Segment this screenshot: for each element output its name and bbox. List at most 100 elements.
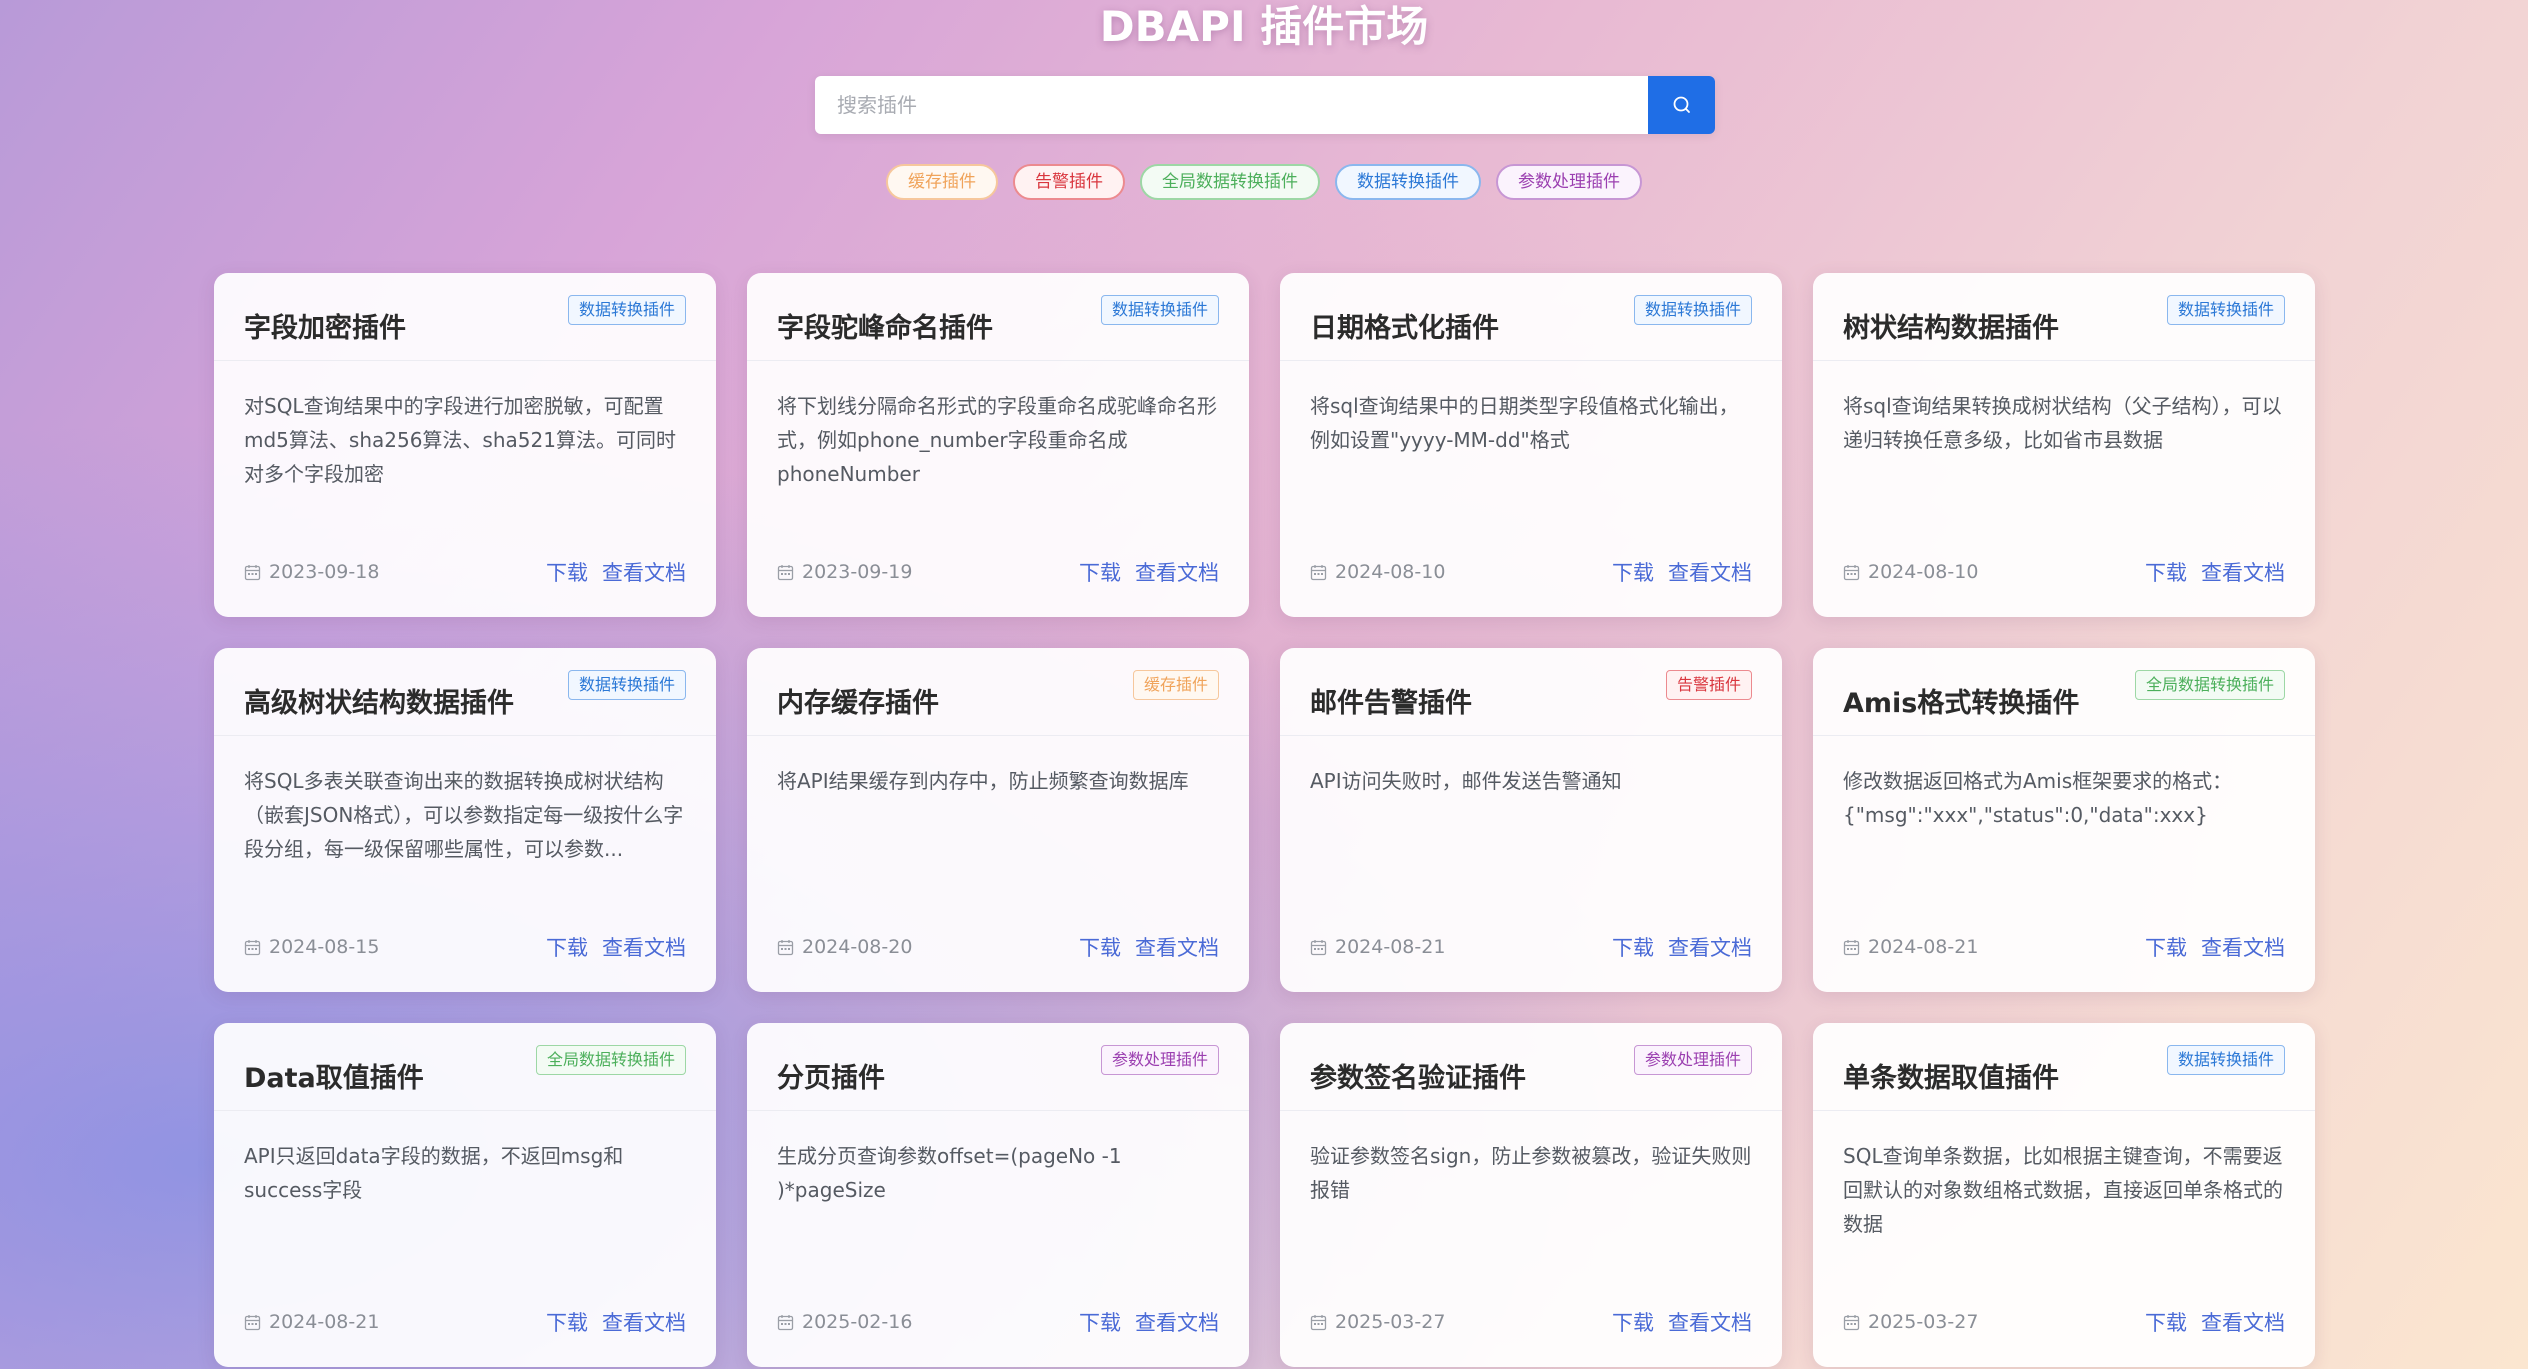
category-badge: 缓存插件	[1132, 670, 1219, 700]
download-link[interactable]: 下载	[1612, 1307, 1654, 1337]
calendar-icon	[244, 939, 261, 955]
download-link[interactable]: 下载	[1612, 932, 1654, 962]
publish-date-text: 2023-09-18	[269, 561, 380, 583]
download-link[interactable]: 下载	[1612, 557, 1654, 587]
card-header: 高级树状结构数据插件 数据转换插件	[214, 648, 716, 736]
plugin-name: 参数签名验证插件	[1310, 1063, 1526, 1094]
calendar-icon	[1843, 564, 1860, 580]
card-actions: 下载 查看文档	[2145, 557, 2285, 587]
download-link[interactable]: 下载	[1079, 1307, 1121, 1337]
filter-tag-alarm[interactable]: 告警插件	[1013, 164, 1125, 200]
category-badge: 参数处理插件	[1633, 1045, 1752, 1075]
calendar-icon	[777, 564, 794, 580]
plugin-description: 将SQL多表关联查询出来的数据转换成树状结构（嵌套JSON格式），可以参数指定每…	[244, 769, 684, 861]
publish-date: 2024-08-21	[1843, 936, 1978, 958]
publish-date-text: 2025-03-27	[1868, 1311, 1979, 1333]
view-docs-link[interactable]: 查看文档	[2201, 1307, 2285, 1337]
plugin-card[interactable]: 参数签名验证插件 参数处理插件 验证参数签名sign，防止参数被篡改，验证失败则…	[1280, 1023, 1782, 1367]
plugin-name: 字段加密插件	[244, 313, 406, 344]
publish-date: 2023-09-19	[777, 561, 912, 583]
search-input[interactable]	[815, 76, 1648, 134]
download-link[interactable]: 下载	[2145, 1307, 2187, 1337]
card-actions: 下载 查看文档	[1079, 1307, 1219, 1337]
plugin-grid: 字段加密插件 数据转换插件 对SQL查询结果中的字段进行加密脱敏，可配置md5算…	[214, 273, 2315, 1367]
plugin-name: 单条数据取值插件	[1843, 1063, 2059, 1094]
plugin-card[interactable]: 树状结构数据插件 数据转换插件 将sql查询结果转换成树状结构（父子结构），可以…	[1813, 273, 2315, 617]
publish-date-text: 2024-08-21	[1868, 936, 1979, 958]
category-badge: 全局数据转换插件	[535, 1045, 686, 1075]
download-link[interactable]: 下载	[2145, 557, 2187, 587]
calendar-icon	[777, 939, 794, 955]
plugin-name: 日期格式化插件	[1310, 313, 1499, 344]
publish-date-text: 2024-08-15	[269, 936, 380, 958]
category-badge: 全局数据转换插件	[2134, 670, 2285, 700]
plugin-card[interactable]: 邮件告警插件 告警插件 API访问失败时，邮件发送告警通知 2024-08-21…	[1280, 648, 1782, 992]
publish-date-text: 2024-08-21	[1335, 936, 1446, 958]
plugin-card[interactable]: 日期格式化插件 数据转换插件 将sql查询结果中的日期类型字段值格式化输出，例如…	[1280, 273, 1782, 617]
plugin-description: API访问失败时，邮件发送告警通知	[1310, 769, 1622, 793]
plugin-description: 对SQL查询结果中的字段进行加密脱敏，可配置md5算法、sha256算法、sha…	[244, 394, 676, 486]
plugin-description: 将API结果缓存到内存中，防止频繁查询数据库	[777, 769, 1189, 793]
download-link[interactable]: 下载	[546, 557, 588, 587]
card-header: 内存缓存插件 缓存插件	[747, 648, 1249, 736]
view-docs-link[interactable]: 查看文档	[1668, 557, 1752, 587]
download-link[interactable]: 下载	[546, 932, 588, 962]
plugin-name: Data取值插件	[244, 1063, 424, 1094]
card-actions: 下载 查看文档	[1079, 932, 1219, 962]
plugin-card[interactable]: 内存缓存插件 缓存插件 将API结果缓存到内存中，防止频繁查询数据库 2024-…	[747, 648, 1249, 992]
category-badge: 数据转换插件	[2166, 295, 2285, 325]
card-footer: 2024-08-10 下载 查看文档	[1843, 557, 2285, 587]
card-footer: 2025-02-16 下载 查看文档	[777, 1307, 1219, 1337]
publish-date-text: 2024-08-20	[802, 936, 913, 958]
plugin-card[interactable]: 单条数据取值插件 数据转换插件 SQL查询单条数据，比如根据主键查询，不需要返回…	[1813, 1023, 2315, 1367]
publish-date-text: 2024-08-10	[1868, 561, 1979, 583]
card-actions: 下载 查看文档	[1612, 557, 1752, 587]
category-badge: 告警插件	[1665, 670, 1752, 700]
view-docs-link[interactable]: 查看文档	[602, 557, 686, 587]
card-footer: 2024-08-20 下载 查看文档	[777, 932, 1219, 962]
filter-tag-cache[interactable]: 缓存插件	[886, 164, 998, 200]
filter-tag-param[interactable]: 参数处理插件	[1496, 164, 1642, 200]
search-button[interactable]	[1648, 76, 1715, 134]
download-link[interactable]: 下载	[2145, 932, 2187, 962]
view-docs-link[interactable]: 查看文档	[1668, 932, 1752, 962]
view-docs-link[interactable]: 查看文档	[1135, 557, 1219, 587]
publish-date-text: 2025-03-27	[1335, 1311, 1446, 1333]
view-docs-link[interactable]: 查看文档	[602, 1307, 686, 1337]
card-actions: 下载 查看文档	[546, 932, 686, 962]
plugin-market-page: DBAPI 插件市场 缓存插件 告警插件 全局数据转换插件 数据转换插件 参数处…	[0, 0, 2528, 1369]
plugin-card[interactable]: 字段加密插件 数据转换插件 对SQL查询结果中的字段进行加密脱敏，可配置md5算…	[214, 273, 716, 617]
plugin-card[interactable]: Amis格式转换插件 全局数据转换插件 修改数据返回格式为Amis框架要求的格式…	[1813, 648, 2315, 992]
search-bar	[815, 76, 1715, 134]
card-actions: 下载 查看文档	[546, 1307, 686, 1337]
download-link[interactable]: 下载	[1079, 557, 1121, 587]
filter-tag-global-data[interactable]: 全局数据转换插件	[1140, 164, 1320, 200]
filter-tag-data-transform[interactable]: 数据转换插件	[1335, 164, 1481, 200]
card-header: 日期格式化插件 数据转换插件	[1280, 273, 1782, 361]
card-actions: 下载 查看文档	[546, 557, 686, 587]
download-link[interactable]: 下载	[546, 1307, 588, 1337]
category-filter-tags: 缓存插件 告警插件 全局数据转换插件 数据转换插件 参数处理插件	[0, 164, 2528, 200]
plugin-name: 内存缓存插件	[777, 688, 939, 719]
card-actions: 下载 查看文档	[2145, 932, 2285, 962]
view-docs-link[interactable]: 查看文档	[1135, 1307, 1219, 1337]
download-link[interactable]: 下载	[1079, 932, 1121, 962]
plugin-card[interactable]: 分页插件 参数处理插件 生成分页查询参数offset=(pageNo -1 )*…	[747, 1023, 1249, 1367]
calendar-icon	[1310, 1314, 1327, 1330]
view-docs-link[interactable]: 查看文档	[2201, 557, 2285, 587]
view-docs-link[interactable]: 查看文档	[602, 932, 686, 962]
plugin-name: 高级树状结构数据插件	[244, 688, 514, 719]
card-footer: 2024-08-15 下载 查看文档	[244, 932, 686, 962]
card-header: Data取值插件 全局数据转换插件	[214, 1023, 716, 1111]
view-docs-link[interactable]: 查看文档	[1668, 1307, 1752, 1337]
plugin-name: 字段驼峰命名插件	[777, 313, 993, 344]
calendar-icon	[244, 564, 261, 580]
plugin-card[interactable]: 字段驼峰命名插件 数据转换插件 将下划线分隔命名形式的字段重命名成驼峰命名形式，…	[747, 273, 1249, 617]
calendar-icon	[1843, 1314, 1860, 1330]
page-title: DBAPI 插件市场	[1099, 2, 1429, 51]
plugin-name: Amis格式转换插件	[1843, 688, 2080, 719]
view-docs-link[interactable]: 查看文档	[2201, 932, 2285, 962]
view-docs-link[interactable]: 查看文档	[1135, 932, 1219, 962]
plugin-card[interactable]: 高级树状结构数据插件 数据转换插件 将SQL多表关联查询出来的数据转换成树状结构…	[214, 648, 716, 992]
plugin-card[interactable]: Data取值插件 全局数据转换插件 API只返回data字段的数据，不返回msg…	[214, 1023, 716, 1367]
